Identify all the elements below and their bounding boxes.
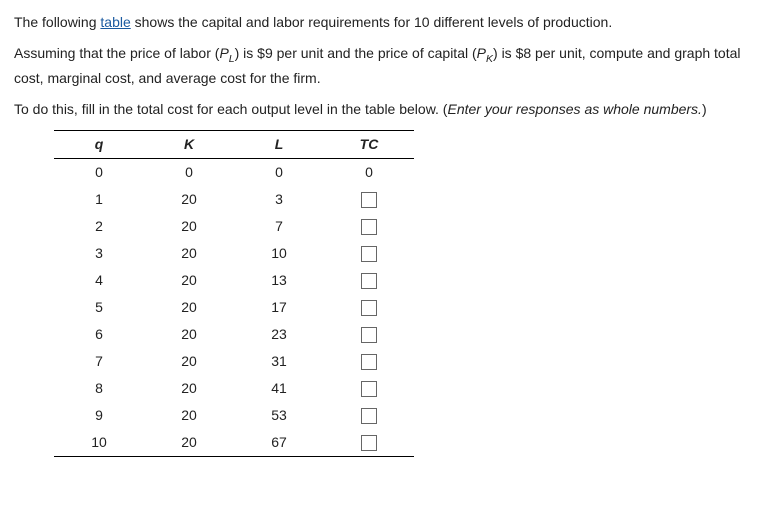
tc-input[interactable] [361,435,377,451]
table-row: 82041 [54,375,414,402]
sub-k: K [486,53,493,65]
cell-l: 67 [234,429,324,457]
cell-l: 3 [234,186,324,213]
cell-tc [324,240,414,267]
col-header-l: L [234,130,324,158]
cell-l: 31 [234,348,324,375]
cell-tc: 0 [324,158,414,186]
cell-k: 20 [144,267,234,294]
cell-l: 53 [234,402,324,429]
cell-tc [324,321,414,348]
cell-k: 20 [144,429,234,457]
cell-k: 0 [144,158,234,186]
col-header-k: K [144,130,234,158]
text: shows the capital and labor requirements… [131,14,612,30]
cell-q: 7 [54,348,144,375]
cell-q: 5 [54,294,144,321]
cell-l: 17 [234,294,324,321]
text: The following [14,14,100,30]
col-header-tc: TC [324,130,414,158]
var-p: P [477,45,486,61]
table-row: 62023 [54,321,414,348]
cell-q: 3 [54,240,144,267]
cell-tc [324,402,414,429]
text: To do this, fill in the total cost for e… [14,101,447,117]
cell-l: 13 [234,267,324,294]
cell-k: 20 [144,213,234,240]
cell-q: 0 [54,158,144,186]
tc-input[interactable] [361,219,377,235]
col-header-q: q [54,130,144,158]
tc-input[interactable] [361,300,377,316]
text: ) is $9 per unit and the price of capita… [235,45,477,61]
table-row: 102067 [54,429,414,457]
text: ) [702,101,707,117]
cell-l: 41 [234,375,324,402]
cell-tc [324,267,414,294]
table-row: 32010 [54,240,414,267]
table-body: 0000120322073201042013520176202372031820… [54,158,414,456]
cell-tc [324,294,414,321]
cell-q: 9 [54,402,144,429]
cell-q: 8 [54,375,144,402]
tc-input[interactable] [361,327,377,343]
table-row: 2207 [54,213,414,240]
cell-l: 0 [234,158,324,186]
table-row: 42013 [54,267,414,294]
cost-table: q K L TC 0000120322073201042013520176202… [54,130,414,457]
cell-k: 20 [144,294,234,321]
cell-k: 20 [144,375,234,402]
tc-input[interactable] [361,354,377,370]
cell-k: 20 [144,402,234,429]
tc-input[interactable] [361,408,377,424]
var-p: P [219,45,228,61]
table-row: 1203 [54,186,414,213]
table-link[interactable]: table [100,14,130,30]
cell-q: 1 [54,186,144,213]
cell-q: 2 [54,213,144,240]
text: Assuming that the price of labor ( [14,45,219,61]
cell-q: 10 [54,429,144,457]
table-row: 72031 [54,348,414,375]
tc-input[interactable] [361,273,377,289]
tc-input[interactable] [361,192,377,208]
cell-tc [324,213,414,240]
table-row: 92053 [54,402,414,429]
cell-k: 20 [144,186,234,213]
cell-l: 7 [234,213,324,240]
table-row: 52017 [54,294,414,321]
cell-q: 4 [54,267,144,294]
cell-l: 23 [234,321,324,348]
table-row: 0000 [54,158,414,186]
cell-l: 10 [234,240,324,267]
cell-tc [324,375,414,402]
tc-input[interactable] [361,381,377,397]
instruction-italic: Enter your responses as whole numbers. [447,101,701,117]
cell-k: 20 [144,321,234,348]
intro-paragraph-1: The following table shows the capital an… [14,12,746,33]
cell-q: 6 [54,321,144,348]
tc-input[interactable] [361,246,377,262]
cell-k: 20 [144,348,234,375]
intro-paragraph-2: Assuming that the price of labor (PL) is… [14,43,746,89]
intro-paragraph-3: To do this, fill in the total cost for e… [14,99,746,120]
table-header-row: q K L TC [54,130,414,158]
cell-k: 20 [144,240,234,267]
cell-tc [324,348,414,375]
cell-tc [324,429,414,457]
cell-tc [324,186,414,213]
